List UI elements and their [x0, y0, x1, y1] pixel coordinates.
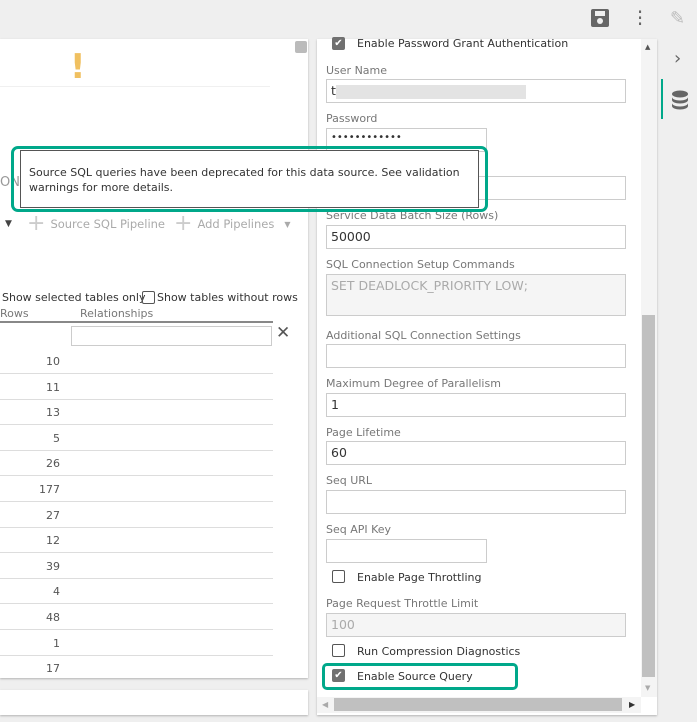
additional-settings-input[interactable] [326, 344, 626, 368]
warning-icon: ! [70, 47, 86, 87]
throttle-limit-input[interactable]: 100 [326, 613, 626, 637]
compression-diagnostics-label: Run Compression Diagnostics [357, 645, 521, 658]
row-count: 26 [46, 457, 60, 471]
plus-icon: + [27, 211, 46, 236]
row-count: 10 [46, 355, 60, 368]
pencil-icon: ✎ [670, 8, 686, 29]
enable-source-query-checkbox[interactable]: ✔ [332, 669, 345, 682]
batch-size-input[interactable]: 50000 [326, 225, 626, 249]
clear-filter-button[interactable]: ✕ [276, 323, 290, 343]
show-selected-label[interactable]: Show selected tables only [2, 291, 145, 304]
horizontal-scrollbar[interactable]: ◀ ▶ [317, 697, 641, 713]
table-row[interactable]: 27 [0, 502, 273, 528]
row-count: 12 [46, 534, 60, 548]
user-name-label: User Name [326, 64, 388, 77]
enable-source-query-label: Enable Source Query [357, 670, 473, 683]
seq-api-key-label: Seq API Key [326, 523, 392, 536]
source-sql-pipeline-button[interactable]: + Source SQL Pipeline [27, 211, 165, 236]
active-indicator [661, 79, 663, 119]
parallelism-input[interactable]: 1 [326, 393, 626, 417]
pipeline-panel: ! ON ▼ + Source SQL Pipeline + Add Pipelin… [0, 39, 308, 678]
table-row[interactable]: 1 [0, 630, 273, 656]
table-row[interactable]: 4 [0, 578, 273, 605]
tooltip-text: Source SQL queries have been deprecated … [29, 166, 460, 194]
seq-url-input[interactable] [326, 490, 626, 514]
enable-password-grant-label: Enable Password Grant Authentication [357, 37, 569, 50]
column-rows[interactable]: Rows [0, 307, 29, 320]
password-label: Password [326, 112, 378, 125]
row-count: 17 [46, 662, 60, 676]
deprecation-tooltip: Source SQL queries have been deprecated … [20, 150, 479, 208]
show-without-rows-label[interactable]: Show tables without rows [157, 291, 298, 304]
enable-password-grant-checkbox[interactable]: ✔ [332, 37, 345, 50]
plus-icon: + [174, 211, 193, 236]
page-throttling-label: Enable Page Throttling [357, 571, 482, 584]
user-name-input[interactable]: t [326, 79, 626, 103]
scroll-thumb[interactable] [642, 315, 655, 677]
scroll-up-icon[interactable]: ▲ [645, 43, 650, 51]
scroll-left-icon[interactable]: ◀ [322, 700, 328, 709]
database-icon [672, 90, 688, 110]
row-count: 177 [39, 483, 60, 496]
setup-commands-label: SQL Connection Setup Commands [326, 258, 515, 271]
column-relationships[interactable]: Relationships [80, 307, 153, 320]
table-row[interactable]: 11 [0, 374, 273, 400]
table-row[interactable]: 48 [0, 604, 273, 630]
redacted-block [335, 84, 526, 99]
setup-commands-textarea[interactable]: SET DEADLOCK_PRIORITY LOW; [326, 274, 626, 316]
show-without-rows-checkbox[interactable] [142, 291, 155, 304]
table-row[interactable]: 13 [0, 399, 273, 426]
vertical-scrollbar[interactable]: ▲ ▼ [641, 39, 657, 697]
scroll-thumb-h[interactable] [334, 698, 622, 711]
table-row[interactable]: 5 [0, 425, 273, 451]
bottom-panel [0, 690, 308, 715]
scroll-handle[interactable] [295, 41, 307, 53]
page-throttling-checkbox[interactable] [332, 570, 345, 583]
row-count: 4 [53, 585, 60, 599]
additional-settings-label: Additional SQL Connection Settings [326, 329, 521, 342]
divider [0, 86, 270, 87]
relationships-filter-input[interactable] [71, 326, 272, 346]
save-button[interactable] [591, 9, 609, 27]
row-count: 11 [46, 380, 60, 394]
more-vertical-icon: · · · [636, 0, 644, 36]
scroll-right-icon[interactable]: ▶ [629, 700, 635, 709]
compression-diagnostics-checkbox[interactable] [332, 644, 345, 657]
edit-button[interactable]: ✎ [670, 8, 690, 29]
more-options-button[interactable]: · · · [636, 2, 644, 34]
scroll-down-icon[interactable]: ▼ [645, 684, 650, 692]
expand-button[interactable]: › [674, 48, 681, 69]
table-row[interactable]: 10 [0, 348, 273, 374]
row-count: 48 [46, 611, 60, 624]
close-icon: ✕ [276, 323, 291, 343]
chevron-down-icon: ▼ [284, 219, 291, 229]
row-count: 5 [53, 431, 60, 445]
table-row[interactable]: 17 [0, 655, 273, 678]
seq-url-label: Seq URL [326, 474, 373, 487]
page-lifetime-input[interactable]: 60 [326, 441, 626, 465]
row-count: 13 [46, 406, 60, 420]
row-count: 27 [46, 508, 60, 522]
table-row[interactable]: 26 [0, 450, 273, 477]
save-icon [595, 11, 605, 16]
header-line [0, 321, 273, 323]
parallelism-label: Maximum Degree of Parallelism [326, 377, 501, 390]
dropdown-arrow[interactable]: ▼ [5, 219, 12, 229]
page-lifetime-label: Page Lifetime [326, 426, 401, 439]
table-row[interactable]: 12 [0, 527, 273, 554]
add-pipelines-button[interactable]: + Add Pipelines ▼ [174, 211, 291, 236]
datasource-tab[interactable] [671, 90, 689, 110]
seq-api-key-input[interactable] [326, 539, 487, 563]
chevron-right-icon: › [674, 48, 682, 69]
throttle-limit-label: Page Request Throttle Limit [326, 597, 479, 610]
row-count: 1 [53, 636, 60, 650]
row-count: 39 [46, 559, 60, 573]
table-row[interactable]: 39 [0, 553, 273, 579]
table-row[interactable]: 177 [0, 476, 273, 502]
